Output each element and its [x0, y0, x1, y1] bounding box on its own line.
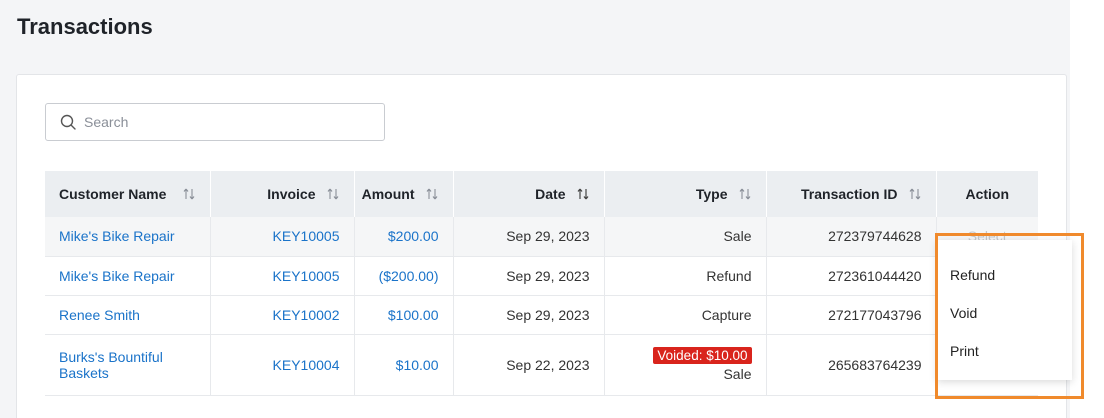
column-label: Amount: [361, 186, 415, 202]
page-title: Transactions: [17, 14, 153, 39]
table-header-row: Customer Name Invoice Amount Date Type T…: [45, 171, 1038, 217]
invoice-link[interactable]: KEY10004: [273, 357, 340, 373]
amount-link[interactable]: $100.00: [388, 307, 439, 323]
column-label: Type: [695, 186, 728, 202]
table-row: Mike's Bike Repair KEY10005 $200.00 Sep …: [45, 217, 1038, 257]
menu-item-refund[interactable]: Refund: [937, 256, 1072, 294]
transaction-id-cell: 272379744628: [766, 217, 937, 257]
type-label: Sale: [723, 366, 752, 382]
voided-badge: Voided: $10.00: [653, 347, 752, 364]
table-row: Burks's Bountiful Baskets KEY10004 $10.0…: [45, 334, 1038, 396]
action-dropdown-menu: Refund Void Print: [937, 240, 1072, 380]
column-label: Transaction ID: [801, 186, 898, 202]
column-header-type[interactable]: Type: [604, 171, 767, 217]
invoice-link[interactable]: KEY10002: [273, 307, 340, 323]
invoice-link[interactable]: KEY10005: [273, 268, 340, 284]
transactions-table: Customer Name Invoice Amount Date Type T…: [45, 171, 1038, 396]
search-box[interactable]: [45, 103, 385, 141]
column-header-amount[interactable]: Amount: [354, 171, 454, 217]
transaction-id-cell: 272361044420: [766, 256, 937, 296]
sort-arrows-icon[interactable]: [326, 187, 340, 201]
customer-link[interactable]: Renee Smith: [59, 307, 140, 323]
search-input[interactable]: [84, 114, 364, 130]
column-header-customer-name[interactable]: Customer Name: [45, 171, 211, 217]
column-header-transaction-id[interactable]: Transaction ID: [766, 171, 937, 217]
column-label: Date: [535, 186, 566, 202]
column-header-action: Action: [936, 171, 1038, 217]
type-cell: Capture: [604, 295, 767, 335]
sort-arrows-icon[interactable]: [182, 187, 196, 201]
column-label: Customer Name: [59, 186, 167, 202]
amount-link[interactable]: $200.00: [388, 228, 439, 244]
column-header-invoice[interactable]: Invoice: [210, 171, 355, 217]
type-cell: Voided: $10.00 Sale: [604, 334, 767, 396]
column-label: Invoice: [267, 186, 316, 202]
invoice-link[interactable]: KEY10005: [273, 228, 340, 244]
menu-item-void[interactable]: Void: [937, 294, 1072, 332]
date-cell: Sep 29, 2023: [453, 217, 605, 257]
transaction-id-cell: 272177043796: [766, 295, 937, 335]
sort-arrows-icon[interactable]: [908, 187, 922, 201]
date-cell: Sep 29, 2023: [453, 256, 605, 296]
search-icon: [60, 114, 76, 130]
customer-link[interactable]: Mike's Bike Repair: [59, 268, 175, 284]
sort-arrows-icon[interactable]: [576, 187, 590, 201]
date-cell: Sep 29, 2023: [453, 295, 605, 335]
transaction-id-cell: 265683764239: [766, 334, 937, 396]
column-header-date[interactable]: Date: [453, 171, 605, 217]
amount-link[interactable]: ($200.00): [379, 268, 439, 284]
table-row: Renee Smith KEY10002 $100.00 Sep 29, 202…: [45, 295, 1038, 335]
menu-item-print[interactable]: Print: [937, 332, 1072, 370]
customer-link[interactable]: Burks's Bountiful Baskets: [59, 349, 163, 381]
column-label: Action: [965, 186, 1010, 202]
customer-link[interactable]: Mike's Bike Repair: [59, 228, 175, 244]
type-cell: Refund: [604, 256, 767, 296]
date-cell: Sep 22, 2023: [453, 334, 605, 396]
amount-link[interactable]: $10.00: [396, 357, 439, 373]
table-row: Mike's Bike Repair KEY10005 ($200.00) Se…: [45, 256, 1038, 296]
sort-arrows-icon[interactable]: [425, 187, 439, 201]
sort-arrows-icon[interactable]: [738, 187, 752, 201]
type-cell: Sale: [604, 217, 767, 257]
